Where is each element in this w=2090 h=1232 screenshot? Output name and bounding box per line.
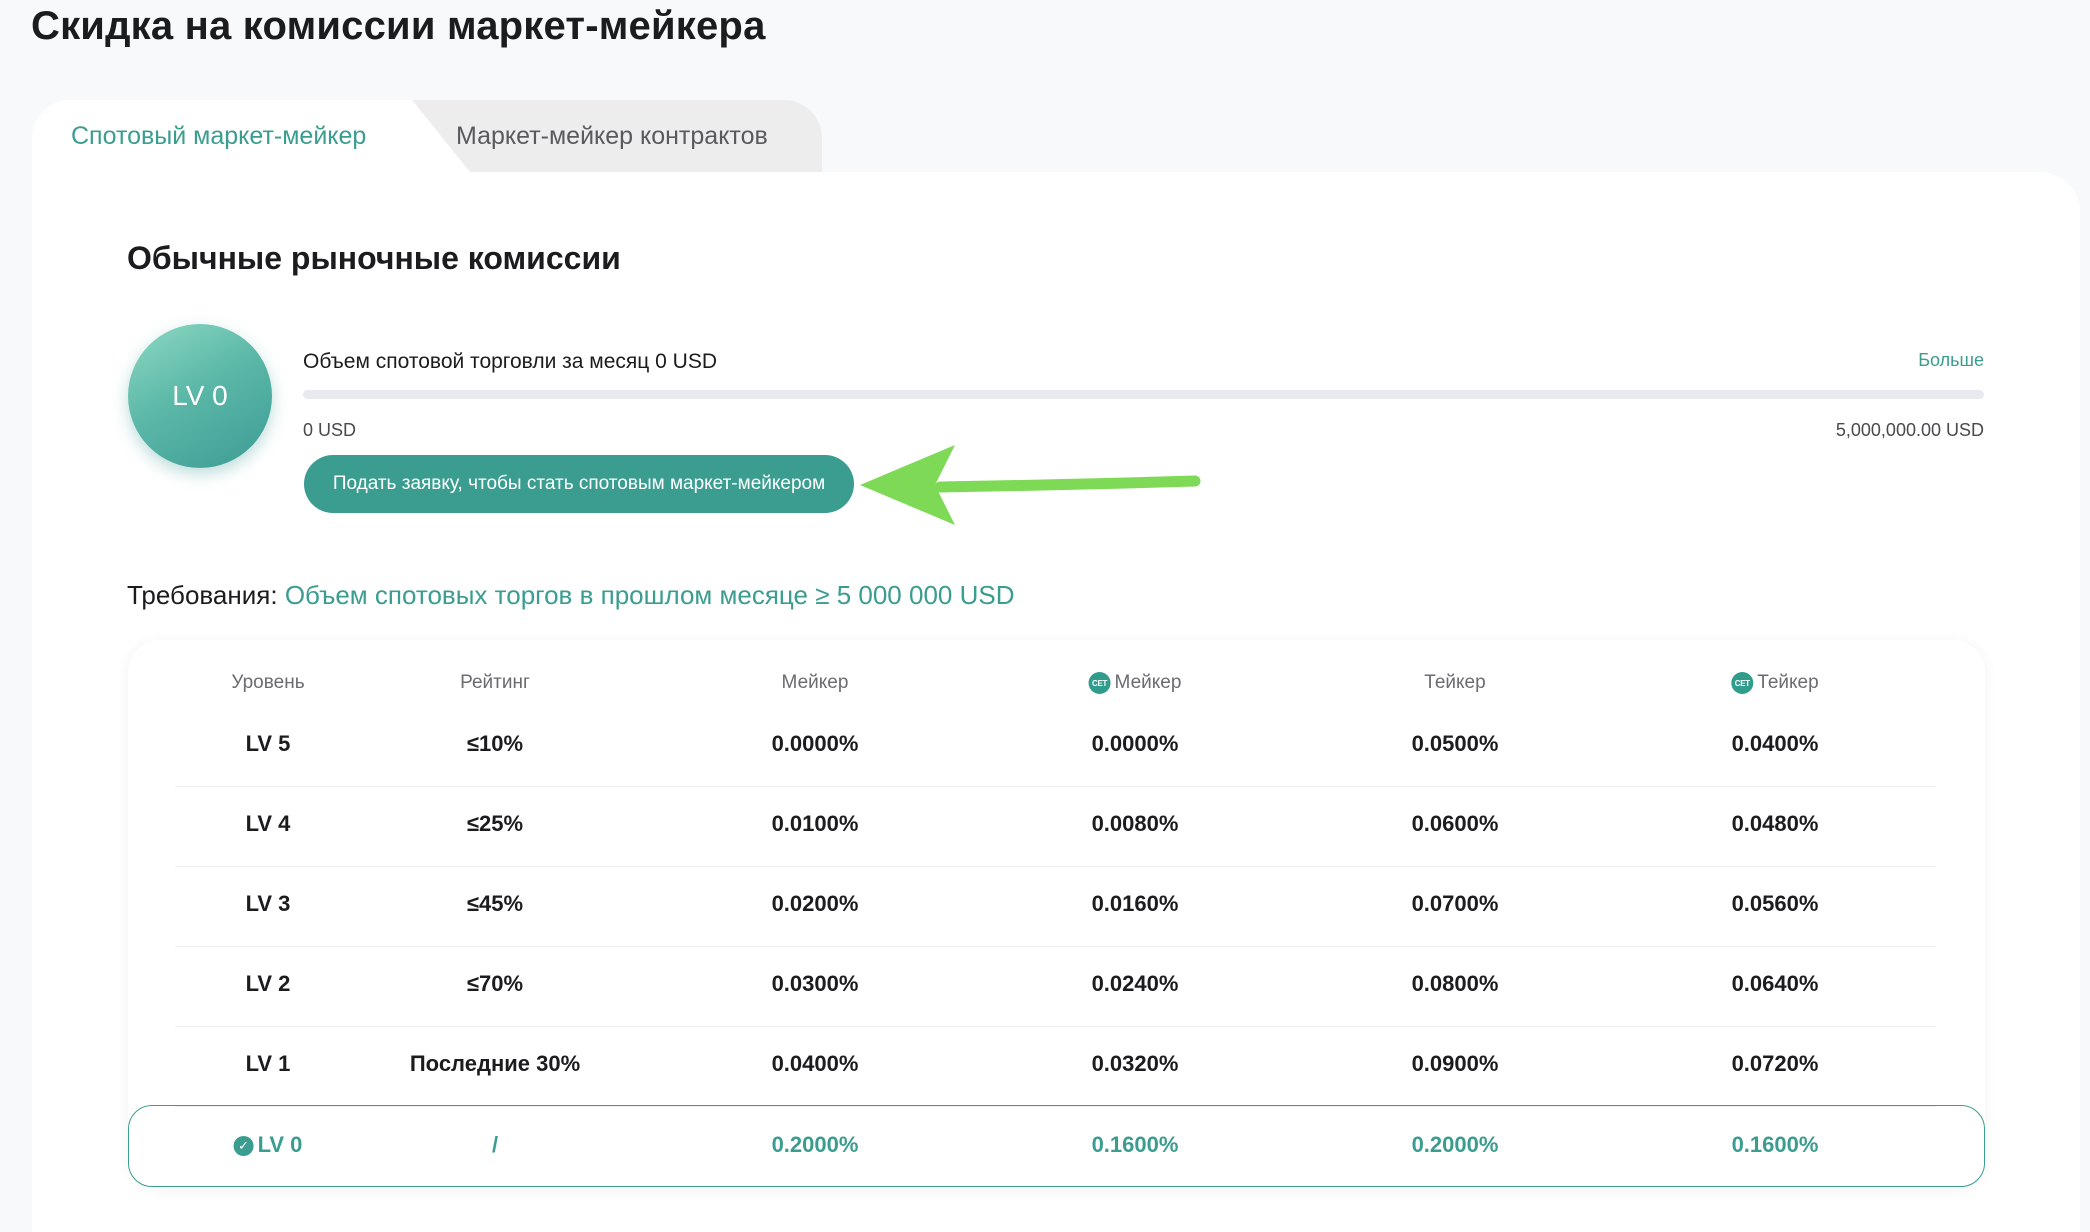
table-header-label: Мейкер	[1114, 672, 1182, 693]
page-title: Скидка на комиссии маркет-мейкера	[31, 4, 766, 48]
table-cell-rating: ≤10%	[466, 731, 524, 756]
table-cell-level: LV 2	[245, 971, 291, 996]
table-cell-cet-maker: 0.0240%	[1091, 971, 1179, 996]
table-cell-maker: 0.0100%	[771, 811, 859, 836]
table-cell-rating: ≤70%	[466, 971, 524, 996]
requirements: Требования: Объем спотовых торгов в прош…	[127, 580, 1014, 611]
table-cell-taker: 0.0900%	[1411, 1051, 1499, 1076]
progress-min-label: 0 USD	[303, 420, 357, 440]
table-header-label: Уровень	[231, 672, 305, 693]
table-cell-cet-maker: 0.0000%	[1091, 731, 1179, 756]
tab-bar: Спотовый маркет-мейкер Маркет-мейкер кон…	[32, 100, 822, 172]
annotation-arrow-icon	[860, 445, 1201, 525]
table-cell-level: LV 5	[245, 731, 291, 756]
table-cell-level: LV 3	[245, 891, 291, 916]
cet-coin-icon: CET	[1731, 672, 1754, 694]
table-header-rating: Рейтинг	[460, 672, 530, 694]
section-title: Обычные рыночные комиссии	[127, 240, 621, 276]
table-cell-cet-maker: 0.0160%	[1091, 891, 1179, 916]
table-cell-rating: ≤45%	[466, 891, 524, 916]
tab-spot-market-maker[interactable]: Спотовый маркет-мейкер	[71, 100, 366, 172]
table-cell-cet-taker: 0.0400%	[1731, 731, 1819, 756]
table-cell-cet-taker: 0.0720%	[1731, 1051, 1819, 1076]
table-cell-cet-maker: 0.0320%	[1091, 1051, 1179, 1076]
table-row-divider	[175, 786, 1936, 787]
table-cell-level: LV 4	[245, 811, 291, 836]
table-row-divider	[175, 1026, 1936, 1027]
table-cell-rating: Последние 30%	[409, 1051, 581, 1076]
table-header-taker: Тейкер	[1424, 672, 1485, 694]
tab-contract-market-maker[interactable]: Маркет-мейкер контрактов	[456, 100, 768, 172]
progress-max-label: 5,000,000.00 USD	[1835, 420, 1984, 440]
table-cell-rating: ≤25%	[466, 811, 524, 836]
table-header-cet-taker: CET Тейкер	[1731, 672, 1819, 694]
table-header-cet-maker: CET Мейкер	[1088, 672, 1182, 694]
table-cell-level: LV 1	[245, 1051, 291, 1076]
requirements-label: Требования:	[127, 580, 278, 610]
table-cell-taker: 0.0800%	[1411, 971, 1499, 996]
table-header-level: Уровень	[231, 672, 304, 694]
table-cell-maker: 0.0200%	[771, 891, 859, 916]
table-row-divider	[175, 866, 1936, 867]
table-header-label: Рейтинг	[460, 672, 530, 693]
apply-market-maker-button[interactable]: Подать заявку, чтобы стать спотовым марк…	[304, 455, 854, 513]
table-header-label: Тейкер	[1424, 672, 1486, 693]
table-header-maker: Мейкер	[782, 672, 849, 694]
table-cell-taker: 0.0600%	[1411, 811, 1499, 836]
volume-progress-bar	[303, 390, 1984, 399]
monthly-volume-text: Объем спотовой торговли за месяц 0 USD	[303, 350, 718, 373]
current-row-cell-level: ✓ LV 0	[233, 1132, 302, 1158]
more-link[interactable]: Больше	[1918, 350, 1984, 371]
table-cell-taker: 0.0700%	[1411, 891, 1499, 916]
current-row-cell-cet-maker: 0.1600%	[1091, 1132, 1179, 1157]
current-row-cell-cet-taker: 0.1600%	[1731, 1132, 1819, 1157]
table-cell-cet-taker: 0.0480%	[1731, 811, 1819, 836]
table-row-divider	[175, 1106, 1936, 1107]
table-cell-maker: 0.0000%	[771, 731, 859, 756]
table-cell-cet-maker: 0.0080%	[1091, 811, 1179, 836]
current-row-cell-rating: /	[491, 1132, 499, 1157]
table-cell-maker: 0.0400%	[771, 1051, 859, 1076]
table-row-divider	[175, 946, 1936, 947]
table-header-label: Мейкер	[781, 672, 849, 693]
table-cell-taker: 0.0500%	[1411, 731, 1499, 756]
current-row-cell-maker: 0.2000%	[771, 1132, 859, 1157]
table-cell-cet-taker: 0.0560%	[1731, 891, 1819, 916]
check-circle-icon: ✓	[233, 1136, 254, 1156]
current-level-row	[128, 1105, 1985, 1187]
table-cell-cet-taker: 0.0640%	[1731, 971, 1819, 996]
level-badge-label: LV 0	[172, 380, 228, 411]
current-row-cell-taker: 0.2000%	[1411, 1132, 1499, 1157]
cet-coin-icon: CET	[1088, 672, 1111, 694]
requirements-value: Объем спотовых торгов в прошлом месяце ≥…	[284, 580, 1015, 610]
level-badge: LV 0	[128, 324, 272, 468]
table-header-label: Тейкер	[1757, 672, 1819, 693]
table-cell-maker: 0.0300%	[771, 971, 859, 996]
